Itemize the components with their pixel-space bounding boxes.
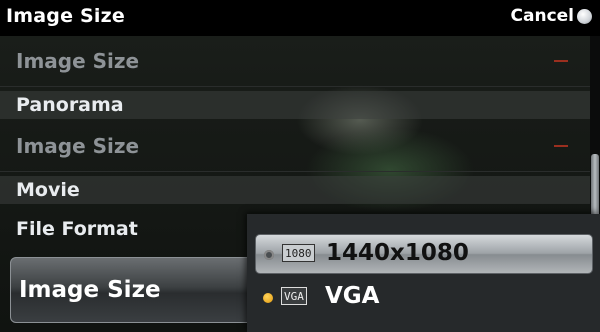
resolution-vga-icon: VGA bbox=[281, 287, 307, 305]
section-label: Movie bbox=[16, 179, 80, 201]
page-title: Image Size bbox=[6, 5, 125, 27]
option-label: 1440x1080 bbox=[326, 240, 469, 266]
divider bbox=[0, 171, 590, 172]
menu-item-label: Image Size bbox=[16, 134, 140, 158]
value-dash bbox=[554, 60, 568, 62]
option-1440x1080[interactable]: 1080 1440x1080 bbox=[255, 234, 593, 274]
current-setting-dot-icon bbox=[263, 293, 273, 303]
circle-button-icon bbox=[577, 8, 592, 24]
cancel-button[interactable]: Cancel bbox=[511, 6, 592, 26]
menu-item-still-image-size: Image Size bbox=[0, 40, 590, 82]
image-size-popup: 1080 1440x1080 VGA VGA bbox=[247, 214, 600, 332]
resolution-1080-icon: 1080 bbox=[282, 244, 315, 262]
menu-item-panorama-image-size: Image Size bbox=[0, 125, 590, 167]
camera-menu-screen: Image Size Cancel Image Size Panorama Im… bbox=[0, 0, 600, 332]
menu-item-label: Image Size bbox=[16, 49, 140, 73]
section-label: Panorama bbox=[16, 94, 124, 116]
menu-item-label: Image Size bbox=[19, 277, 161, 303]
divider bbox=[0, 86, 590, 87]
cancel-label: Cancel bbox=[510, 6, 574, 26]
value-dash bbox=[554, 145, 568, 147]
section-header-panorama: Panorama bbox=[0, 91, 590, 119]
menu-item-label: File Format bbox=[16, 218, 138, 240]
header-bar: Image Size Cancel bbox=[0, 0, 600, 36]
option-vga[interactable]: VGA VGA bbox=[255, 278, 593, 318]
radio-dot-icon bbox=[264, 250, 274, 260]
option-label: VGA bbox=[325, 283, 380, 309]
section-header-movie: Movie bbox=[0, 176, 590, 204]
